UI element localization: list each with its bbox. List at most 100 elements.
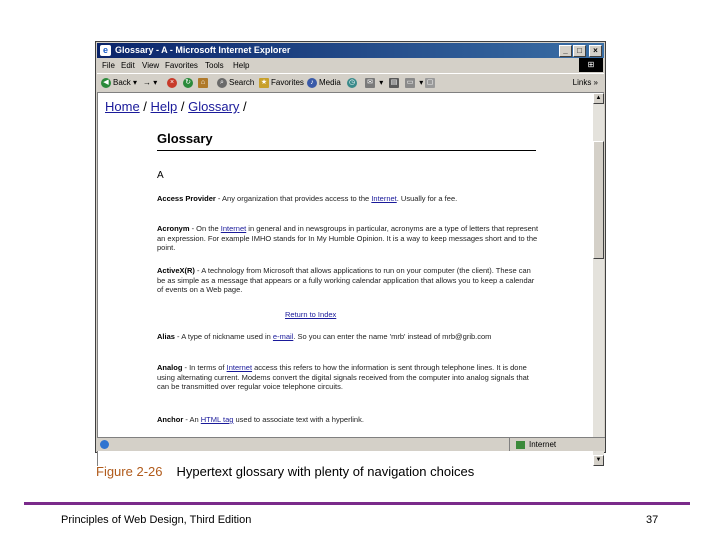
page-status-icon: [100, 440, 109, 449]
forward-button[interactable]: → ▾: [143, 77, 157, 89]
favorites-button[interactable]: ★ Favorites: [259, 77, 304, 89]
breadcrumb-separator: /: [139, 99, 151, 114]
entry-term: Alias: [157, 332, 175, 341]
back-button[interactable]: ◀ Back ▾: [101, 77, 137, 89]
breadcrumb-help-link[interactable]: Help: [151, 99, 178, 114]
back-label: Back: [113, 78, 131, 87]
breadcrumb-home-link[interactable]: Home: [105, 99, 140, 114]
figure-caption-text: Hypertext glossary with plenty of naviga…: [176, 464, 475, 479]
forward-arrow-icon: →: [143, 78, 151, 87]
vertical-scrollbar[interactable]: ▲ ▼: [593, 92, 604, 466]
stop-icon: ×: [167, 77, 177, 88]
glossary-entry: Anchor - An HTML tag used to associate t…: [157, 415, 539, 425]
menu-bar: File Edit View Favorites Tools Help ⊞: [97, 58, 604, 72]
discuss-button[interactable]: ▢: [425, 77, 437, 89]
zone-label: Internet: [529, 440, 557, 449]
menu-edit[interactable]: Edit: [121, 61, 135, 70]
page-number: 37: [646, 514, 659, 526]
entry-term: Access Provider: [157, 194, 216, 203]
stop-button[interactable]: ×: [167, 77, 179, 89]
entry-term: Anchor: [157, 415, 184, 424]
breadcrumb-glossary-link[interactable]: Glossary: [188, 99, 239, 114]
internet-explorer-icon: e: [100, 45, 111, 56]
entry-text: - Any organization that provides access …: [215, 194, 372, 203]
entry-link[interactable]: Internet: [371, 194, 396, 203]
mail-icon: ✉: [365, 77, 375, 88]
scroll-up-arrow-icon[interactable]: ▲: [593, 93, 604, 104]
page-title: Glossary: [157, 131, 213, 146]
edit-icon: ▭: [405, 77, 415, 88]
entry-text: . Usually for a fee.: [396, 194, 458, 203]
section-letter: A: [157, 170, 164, 181]
entry-text: . So you can enter the name 'mrb' instea…: [293, 332, 492, 341]
footer-book-title: Principles of Web Design, Third Edition: [61, 514, 252, 526]
entry-text: - A type of nickname used in: [174, 332, 273, 341]
scroll-down-arrow-icon[interactable]: ▼: [593, 455, 604, 466]
figure-caption: Figure 2-26 Hypertext glossary with plent…: [96, 464, 474, 479]
media-label: Media: [319, 78, 341, 87]
favorites-label: Favorites: [271, 78, 304, 87]
entry-text: - A technology from Microsoft that allow…: [157, 266, 535, 294]
glossary-entry: Analog - In terms of Internet access thi…: [157, 363, 539, 392]
entry-text: used to associate text with a hyperlink.: [233, 415, 364, 424]
print-icon: ▤: [389, 77, 399, 88]
glossary-entry: Alias - A type of nickname used in e-mai…: [157, 332, 539, 342]
entry-link[interactable]: Internet: [227, 363, 252, 372]
maximize-button[interactable]: □: [573, 45, 586, 57]
menu-help[interactable]: Help: [233, 61, 249, 70]
discuss-icon: ▢: [425, 77, 435, 88]
history-icon: ◷: [347, 77, 357, 88]
media-icon: ♪: [307, 77, 317, 88]
entry-link[interactable]: HTML tag: [201, 415, 234, 424]
menu-view[interactable]: View: [142, 61, 159, 70]
browser-window: e Glossary - A - Microsoft Internet Expl…: [95, 41, 606, 466]
windows-logo-icon: ⊞: [579, 58, 603, 72]
mail-button[interactable]: ✉ ▾: [365, 77, 383, 89]
menu-file[interactable]: File: [102, 61, 115, 70]
back-arrow-icon: ◀: [101, 77, 111, 88]
search-button[interactable]: ⌕ Search: [217, 77, 254, 89]
history-button[interactable]: ◷: [347, 77, 359, 89]
entry-term: ActiveX(R): [157, 266, 195, 275]
menu-favorites[interactable]: Favorites: [165, 61, 198, 70]
search-icon: ⌕: [217, 77, 227, 88]
edit-button[interactable]: ▭ ▾: [405, 77, 423, 89]
minimize-button[interactable]: _: [559, 45, 572, 57]
print-button[interactable]: ▤: [389, 77, 401, 89]
home-button[interactable]: ⌂: [198, 77, 210, 89]
scrollbar-thumb[interactable]: [593, 141, 604, 259]
window-controls: _ □ ×: [559, 45, 602, 57]
media-button[interactable]: ♪ Media: [307, 77, 341, 89]
links-toolbar[interactable]: Links »: [573, 78, 598, 87]
refresh-button[interactable]: ↻: [183, 77, 195, 89]
favorites-icon: ★: [259, 77, 269, 88]
entry-link[interactable]: e-mail: [273, 332, 293, 341]
refresh-icon: ↻: [183, 77, 193, 88]
entry-text: - In terms of: [182, 363, 227, 372]
glossary-entry: ActiveX(R) - A technology from Microsoft…: [157, 266, 539, 295]
entry-text: - On the: [189, 224, 221, 233]
menu-tools[interactable]: Tools: [205, 61, 224, 70]
window-title: Glossary - A - Microsoft Internet Explor…: [115, 45, 291, 55]
entry-link[interactable]: Internet: [221, 224, 246, 233]
breadcrumb-separator: /: [239, 99, 247, 114]
breadcrumb: Home / Help / Glossary /: [105, 99, 247, 114]
internet-zone-icon: [516, 440, 525, 449]
toolbar: ◀ Back ▾ → ▾ × ↻ ⌂ ⌕ Search ★ Favorites ♪ Me…: [97, 73, 604, 93]
footer-divider: [24, 502, 690, 505]
page-viewport: Home / Help / Glossary / Glossary A Acce…: [97, 92, 594, 466]
breadcrumb-separator: /: [177, 99, 189, 114]
figure-number: Figure 2-26: [96, 464, 163, 479]
home-icon: ⌂: [198, 77, 208, 88]
glossary-entry: Acronym - On the Internet in general and…: [157, 224, 539, 253]
glossary-entry: Access Provider - Any organization that …: [157, 194, 539, 204]
status-bar: Internet: [97, 437, 605, 451]
close-button[interactable]: ×: [589, 45, 602, 57]
title-divider: [157, 150, 536, 151]
security-zone: Internet: [509, 438, 556, 451]
entry-term: Analog: [157, 363, 183, 372]
return-to-index-link[interactable]: Return to Index: [285, 310, 336, 319]
title-bar: e Glossary - A - Microsoft Internet Expl…: [97, 43, 604, 58]
entry-term: Acronym: [157, 224, 190, 233]
search-label: Search: [229, 78, 255, 87]
